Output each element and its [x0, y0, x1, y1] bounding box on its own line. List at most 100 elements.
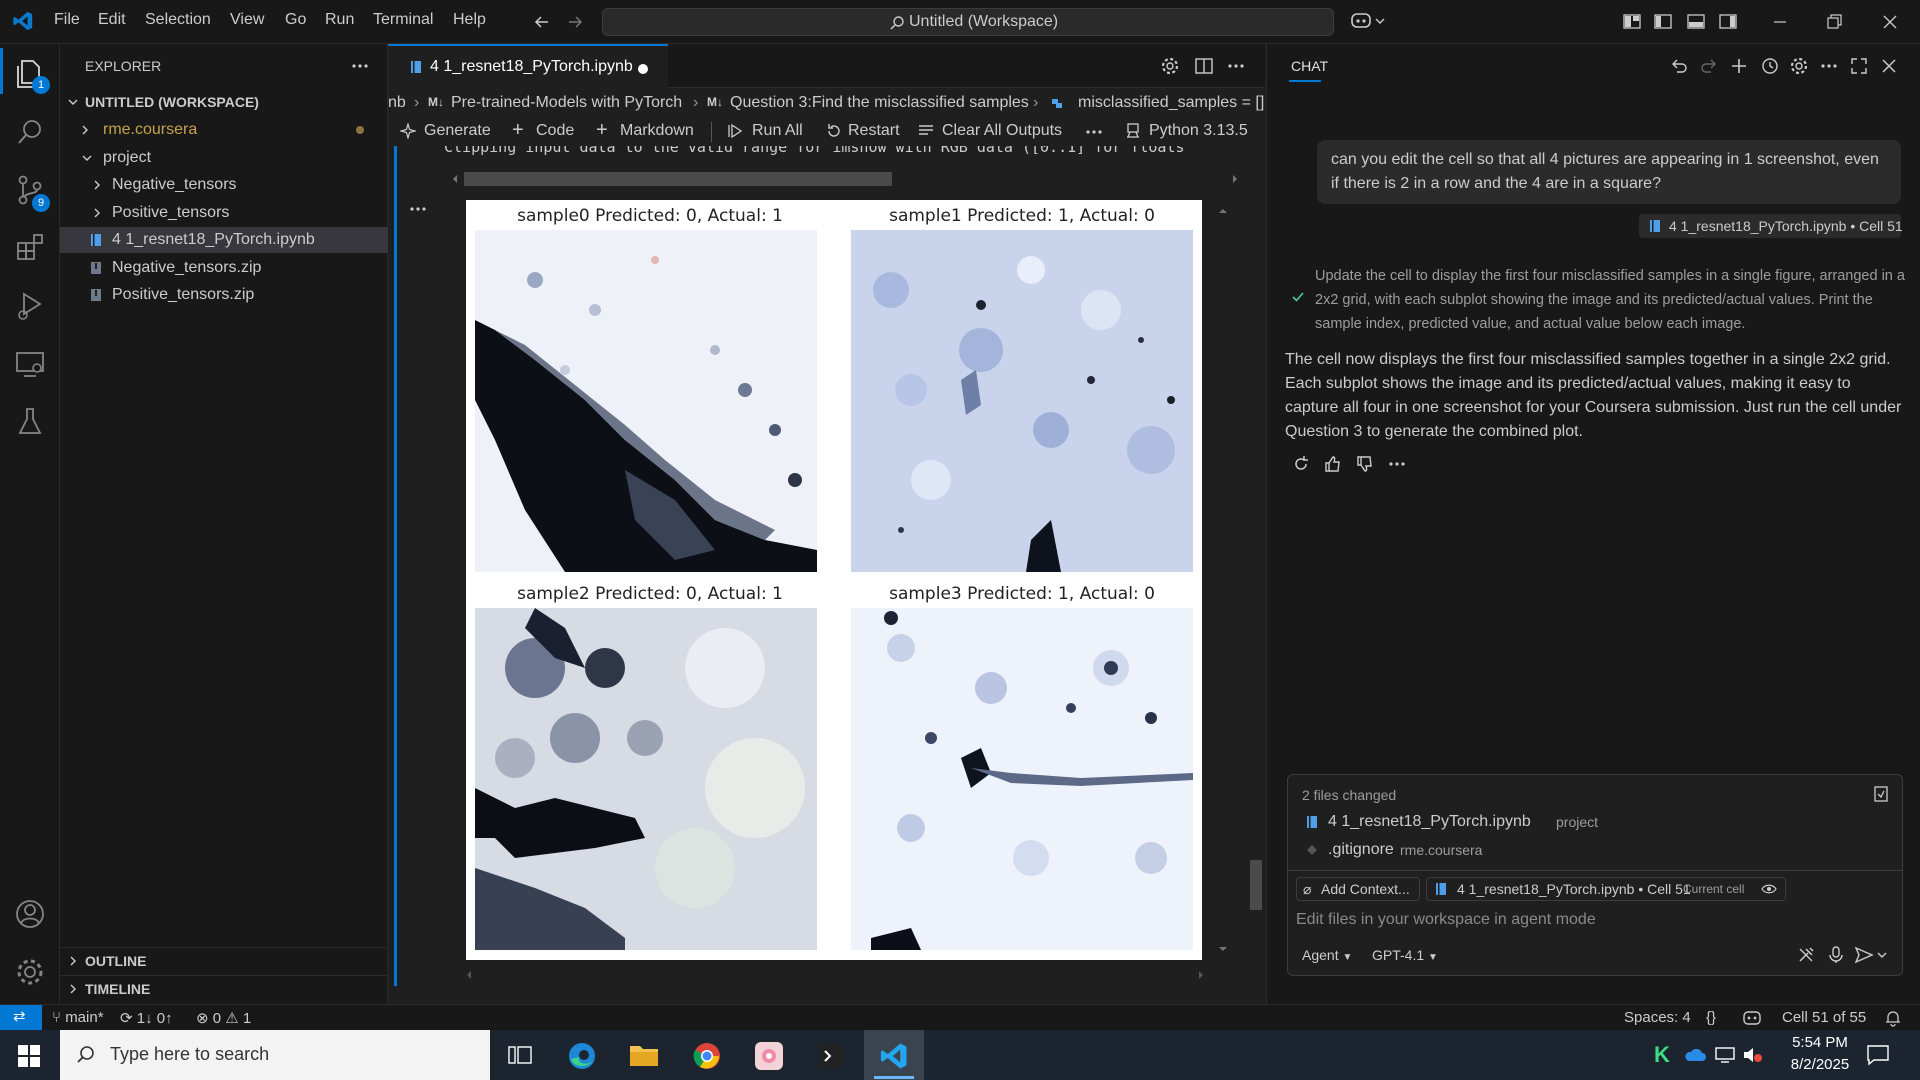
history-icon[interactable] [1759, 56, 1779, 76]
restore-icon[interactable] [1824, 12, 1844, 32]
cell-reference-chip[interactable]: 4 1_resnet18_PyTorch.ipynb • Cell 51 [1639, 214, 1903, 238]
agent-mode-dropdown[interactable]: Agent ▼ [1302, 947, 1352, 963]
toggle-primary-sidebar-icon[interactable] [1653, 12, 1673, 32]
accounts-icon[interactable] [12, 896, 48, 932]
notifications-icon[interactable] [1866, 1044, 1890, 1066]
scroll-left-icon[interactable] [450, 174, 460, 184]
tree-item-notebook[interactable]: 4 1_resnet18_PyTorch.ipynb [60, 227, 388, 253]
scroll-up-icon[interactable] [1218, 206, 1228, 216]
extensions-icon[interactable] [12, 230, 48, 266]
scroll-left-icon[interactable] [464, 970, 474, 980]
taskbar-time[interactable]: 5:54 PM [1784, 1034, 1856, 1051]
eye-icon[interactable] [1761, 883, 1777, 895]
terminal-app-icon[interactable] [816, 1041, 846, 1071]
unsaved-dot-icon[interactable] [638, 64, 648, 74]
taskbar-search[interactable]: Type here to search [60, 1030, 490, 1080]
split-editor-icon[interactable] [1194, 56, 1214, 76]
new-chat-icon[interactable] [1729, 56, 1749, 76]
menu-file[interactable]: File [54, 11, 80, 29]
tree-item-positive-zip[interactable]: Positive_tensors.zip [60, 282, 388, 308]
add-context-button[interactable]: ⌀ Add Context... [1296, 877, 1420, 901]
close-icon[interactable] [1879, 56, 1899, 76]
thumbs-up-icon[interactable] [1323, 454, 1343, 474]
menu-selection[interactable]: Selection [145, 11, 211, 29]
onedrive-icon[interactable] [1684, 1047, 1706, 1063]
back-arrow-icon[interactable] [533, 13, 551, 31]
copilot-status-icon[interactable] [1742, 1009, 1762, 1027]
menu-go[interactable]: Go [285, 11, 306, 29]
tree-item-negative-tensors[interactable]: Negative_tensors [60, 172, 388, 198]
breadcrumb-part[interactable]: nb [388, 94, 406, 112]
changed-file-row[interactable]: 4 1_resnet18_PyTorch.ipynb project [1302, 811, 1892, 835]
send-icon[interactable] [1854, 945, 1890, 965]
command-center[interactable]: Untitled (Workspace) [602, 8, 1334, 36]
breadcrumb-part[interactable]: Question 3:Find the misclassified sample… [730, 94, 1029, 112]
edge-browser-icon[interactable] [567, 1041, 597, 1071]
more-actions-icon[interactable] [1819, 58, 1839, 74]
gear-icon[interactable] [1789, 56, 1809, 76]
scroll-right-icon[interactable] [1196, 970, 1206, 980]
remote-explorer-icon[interactable] [12, 346, 48, 382]
outline-section[interactable]: OUTLINE [60, 947, 388, 973]
k-app-tray-icon[interactable]: K [1654, 1042, 1670, 1068]
more-actions-icon[interactable] [350, 58, 370, 74]
vscode-taskbar-item[interactable] [864, 1030, 924, 1080]
timeline-section[interactable]: TIMELINE [60, 975, 388, 1001]
network-icon[interactable] [1714, 1046, 1736, 1064]
model-picker[interactable]: GPT-4.1 ▼ [1372, 947, 1438, 963]
scroll-right-icon[interactable] [1230, 174, 1240, 184]
remote-indicator[interactable]: ⇄ [0, 1005, 42, 1031]
output-more-icon[interactable] [408, 204, 428, 214]
search-view-icon[interactable] [12, 114, 48, 150]
bell-icon[interactable] [1884, 1009, 1902, 1027]
redo-icon[interactable] [1699, 56, 1719, 76]
minimize-icon[interactable] [1770, 12, 1790, 32]
file-explorer-icon[interactable] [629, 1042, 659, 1068]
undo-icon[interactable] [1669, 56, 1689, 76]
run-debug-icon[interactable] [12, 288, 48, 324]
copilot-icon[interactable] [1350, 10, 1388, 32]
vertical-scrollbar[interactable] [1250, 860, 1262, 910]
toggle-secondary-sidebar-icon[interactable] [1718, 12, 1738, 32]
gear-icon[interactable] [1160, 56, 1180, 76]
photos-app-icon[interactable] [754, 1041, 784, 1071]
volume-muted-icon[interactable] [1742, 1046, 1764, 1064]
indentation-indicator[interactable]: Spaces: 4 [1624, 1009, 1691, 1026]
task-view-icon[interactable] [508, 1044, 532, 1066]
testing-icon[interactable] [12, 404, 48, 440]
chrome-browser-icon[interactable] [692, 1041, 722, 1071]
keep-changes-icon[interactable] [1872, 785, 1890, 803]
problems-indicator[interactable]: ⊗ 0 ⚠ 1 [196, 1009, 251, 1027]
tree-item-project[interactable]: project [60, 145, 388, 171]
branch-indicator[interactable]: ⑂ main* [52, 1009, 104, 1026]
menu-help[interactable]: Help [453, 11, 486, 29]
menu-run[interactable]: Run [325, 11, 354, 29]
more-actions-icon[interactable] [1387, 458, 1407, 470]
thumbs-down-icon[interactable] [1355, 454, 1375, 474]
more-actions-icon[interactable] [1226, 58, 1246, 74]
close-window-icon[interactable] [1880, 12, 1900, 32]
retry-icon[interactable] [1291, 454, 1311, 474]
changed-file-row[interactable]: .gitignore rme.coursera [1302, 839, 1892, 863]
toggle-panel-icon[interactable] [1686, 12, 1706, 32]
more-actions-icon[interactable] [1084, 125, 1104, 139]
tree-item-positive-tensors[interactable]: Positive_tensors [60, 200, 388, 226]
microphone-icon[interactable] [1826, 945, 1846, 965]
cell-indicator[interactable]: Cell 51 of 55 [1782, 1009, 1866, 1026]
language-braces-indicator[interactable]: {} [1706, 1009, 1716, 1026]
context-file-chip[interactable]: 4 1_resnet18_PyTorch.ipynb • Cell 51 Cur… [1426, 877, 1786, 901]
tools-icon[interactable] [1796, 945, 1816, 965]
breadcrumb-part[interactable]: misclassified_samples = [] [1078, 94, 1264, 112]
windows-start-icon[interactable] [18, 1045, 40, 1067]
tree-item-negative-zip[interactable]: Negative_tensors.zip [60, 255, 388, 281]
workspace-header[interactable]: UNTITLED (WORKSPACE) [60, 89, 388, 115]
maximize-icon[interactable] [1849, 56, 1869, 76]
sync-indicator[interactable]: ⟳ 1↓ 0↑ [120, 1009, 173, 1027]
tab-notebook[interactable]: 4 1_resnet18_PyTorch.ipynb [388, 44, 668, 88]
menu-terminal[interactable]: Terminal [373, 11, 433, 29]
customize-layout-icon[interactable] [1622, 12, 1642, 32]
tree-item-rme-coursera[interactable]: rme.coursera [60, 117, 388, 143]
menu-view[interactable]: View [230, 11, 264, 29]
chat-input[interactable]: Edit files in your workspace in agent mo… [1296, 911, 1596, 929]
horizontal-scrollbar[interactable] [464, 172, 892, 186]
